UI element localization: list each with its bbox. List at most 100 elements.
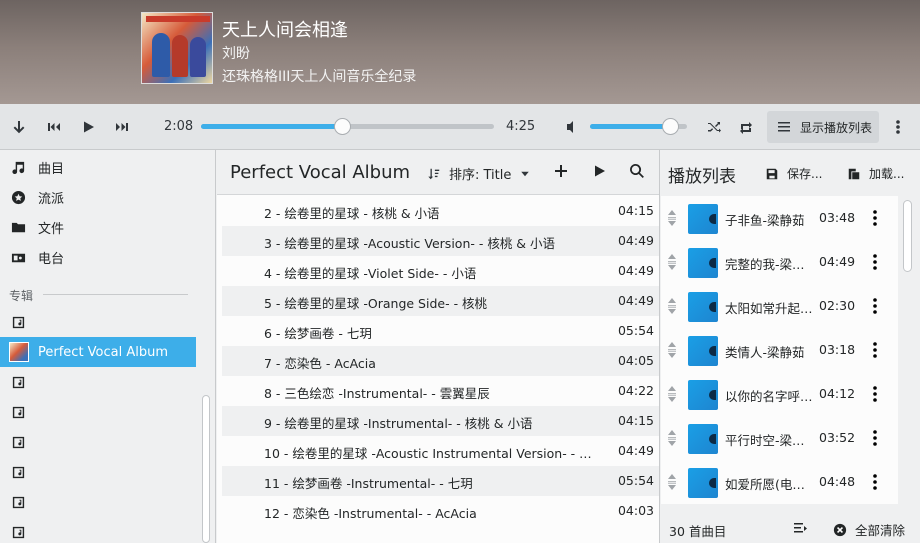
sidebar-album-item[interactable] [0,457,196,487]
track-row[interactable]: 7 - 恋染色 - AcAcia 04:05 [222,346,659,376]
track-row[interactable]: 2 - 绘卷里的星球 - 核桃 & 小语 04:15 [222,196,659,226]
track-row[interactable]: 12 - 恋染色 -Instrumental- - AcAcia 04:03 [222,496,659,526]
track-cover [688,424,718,454]
drag-handle-icon[interactable] [666,296,678,316]
playlist-item[interactable]: 平行时空-梁静茹 03:52 [661,416,898,460]
drag-handle-icon[interactable] [666,340,678,360]
sidebar-item-genres[interactable]: 流派 [0,182,196,212]
drag-handle-icon[interactable] [666,208,678,228]
album-cover [141,12,213,84]
now-playing-album: 还珠格格III天上人间音乐全纪录 [222,69,417,85]
album-placeholder-icon [12,466,25,478]
track-row[interactable]: 11 - 绘梦画卷 -Instrumental- - 七玥 05:54 [222,466,659,496]
track-row[interactable]: 3 - 绘卷里的星球 -Acoustic Version- - 核桃 & 小语 … [222,226,659,256]
search-icon [630,164,644,178]
mute-button[interactable] [559,115,583,139]
album-title: Perfect Vocal Album [230,162,411,183]
kebab-menu-icon[interactable] [869,472,881,492]
sidebar-album-item[interactable] [0,517,196,543]
kebab-menu-icon[interactable] [869,208,881,228]
clear-playlist-button[interactable]: 全部清除 [833,520,905,539]
sidebar-item-radio[interactable]: 电台 [0,242,196,272]
drag-handle-icon[interactable] [666,384,678,404]
track-duration: 04:15 [617,203,654,218]
track-name: 7 - 恋染色 - AcAcia [264,356,376,371]
track-duration: 04:49 [617,263,654,278]
skip-forward-icon [116,123,128,131]
show-playlist-button[interactable]: 显示播放列表 [767,111,879,143]
play-album-button[interactable] [591,163,609,181]
sidebar-item-files[interactable]: 文件 [0,212,196,242]
kebab-menu-icon[interactable] [869,252,881,272]
plus-icon [555,165,567,177]
search-button[interactable] [629,163,647,181]
sidebar-album-label: Perfect Vocal Album [38,344,169,360]
sort-dropdown[interactable]: 排序: Title [427,164,531,183]
track-row[interactable]: 9 - 绘卷里的星球 -Instrumental- - 核桃 & 小语 04:1… [222,406,659,436]
shuffle-button[interactable] [702,115,726,139]
playlist-scrollbar[interactable] [903,200,912,272]
sidebar-item-tracks[interactable]: 曲目 [0,152,196,182]
load-playlist-button[interactable]: 加载... [847,165,904,182]
clear-playlist-label: 全部清除 [855,523,906,538]
kebab-menu-icon[interactable] [869,384,881,404]
track-row[interactable]: 8 - 三色绘恋 -Instrumental- - 雲翼星辰 04:22 [222,376,659,406]
playlist-item[interactable]: 类情人-梁静茹 03:18 [661,328,898,372]
track-cover [688,292,718,322]
clear-icon [833,523,847,536]
kebab-menu-icon[interactable] [869,296,881,316]
sidebar-item-label: 电台 [38,251,65,267]
previous-track-button[interactable] [42,115,66,139]
playlist-item[interactable]: 以你的名字呼唤我-梁静茹 04:12 [661,372,898,416]
volume-handle[interactable] [662,118,679,135]
track-row[interactable]: 10 - 绘卷里的星球 -Acoustic Instrumental Versi… [222,436,659,466]
sidebar-album-item[interactable] [0,397,196,427]
kebab-menu-icon[interactable] [869,340,881,360]
drag-handle-icon[interactable] [666,472,678,492]
playlist-item[interactable]: 子非鱼-梁静茹 03:48 [661,196,898,240]
sidebar-album-selected[interactable]: Perfect Vocal Album [0,337,196,367]
volume-icon [567,121,573,133]
playlist-item[interactable]: 太阳如常升起-梁静茹 02:30 [661,284,898,328]
playlist-item-name: 平行时空-梁静茹 [725,433,815,448]
seek-slider[interactable] [201,118,494,135]
playlist-item-name: 如爱所愿(电影版)-梁静茹 [725,477,815,492]
playlist-panel: 播放列表 保存... 加载... 子非鱼-梁静茹 03:48 完整的我-梁静茹 … [661,150,920,543]
drag-handle-icon[interactable] [666,252,678,272]
queue-options-icon[interactable] [792,520,808,536]
track-name: 4 - 绘卷里的星球 -Violet Side- - 小语 [264,266,477,281]
sidebar-scrollbar[interactable] [202,395,210,543]
save-playlist-label: 保存... [787,167,823,181]
play-icon [595,165,605,177]
playlist-item[interactable]: 完整的我-梁静茹 04:49 [661,240,898,284]
playlist-item[interactable]: 如爱所愿(电影版)-梁静茹 04:48 [661,460,898,504]
track-row[interactable]: 6 - 绘梦画卷 - 七玥 05:54 [222,316,659,346]
track-row[interactable]: 5 - 绘卷里的星球 -Orange Side- - 核桃 04:49 [222,286,659,316]
album-placeholder-icon [12,436,25,448]
track-cover [688,204,718,234]
track-name: 3 - 绘卷里的星球 -Acoustic Version- - 核桃 & 小语 [264,236,556,251]
collapse-button[interactable] [7,115,31,139]
track-cover [688,248,718,278]
track-duration: 05:54 [617,473,654,488]
drag-handle-icon[interactable] [666,428,678,448]
next-track-button[interactable] [110,115,134,139]
playlist-item-duration: 03:18 [819,342,856,357]
volume-slider[interactable] [590,118,687,135]
track-name: 9 - 绘卷里的星球 -Instrumental- - 核桃 & 小语 [264,416,533,431]
seek-handle[interactable] [334,118,351,135]
album-placeholder-icon [12,526,25,538]
repeat-button[interactable] [734,115,758,139]
main-menu-button[interactable] [886,115,910,139]
track-row[interactable]: 4 - 绘卷里的星球 -Violet Side- - 小语 04:49 [222,256,659,286]
sidebar-album-item[interactable] [0,307,196,337]
add-to-playlist-button[interactable] [553,163,571,181]
play-button[interactable] [76,115,100,139]
track-duration: 04:03 [617,503,654,518]
sidebar-album-item[interactable] [0,427,196,457]
kebab-menu-icon[interactable] [869,428,881,448]
save-playlist-button[interactable]: 保存... [765,165,822,182]
sidebar-album-item[interactable] [0,487,196,517]
sidebar-album-item[interactable] [0,367,196,397]
track-duration: 04:49 [617,233,654,248]
